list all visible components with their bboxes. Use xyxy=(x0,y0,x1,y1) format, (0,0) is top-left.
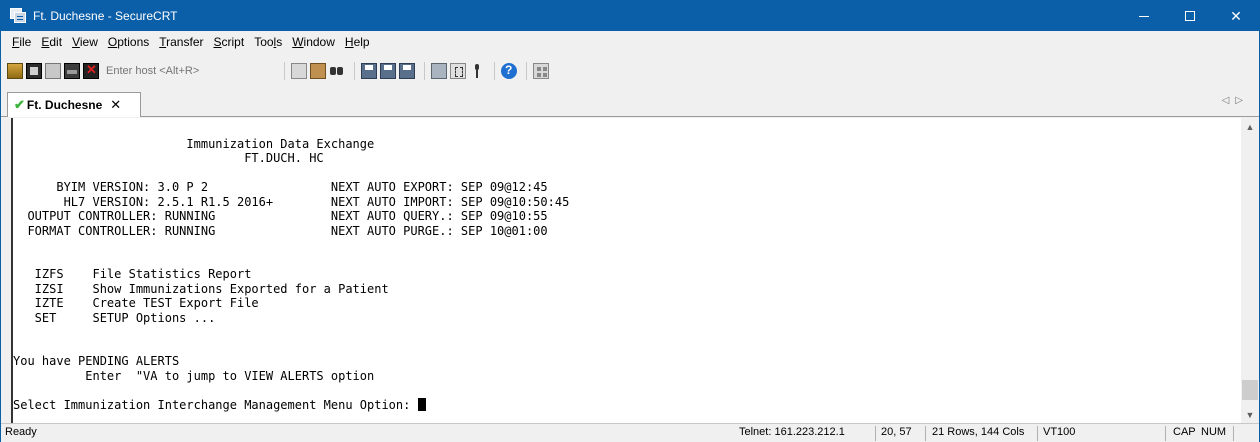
scrollbar-thumb[interactable] xyxy=(1242,380,1258,400)
disconnect-icon[interactable] xyxy=(83,62,99,79)
tab-ft-duchesne[interactable]: ✔ Ft. Duchesne ✕ xyxy=(7,92,141,117)
toolbar-separator xyxy=(526,62,527,80)
session-options-icon[interactable] xyxy=(431,63,447,79)
minimize-icon xyxy=(1139,15,1149,17)
status-divider xyxy=(925,426,926,441)
status-caps-lock: CAP xyxy=(1173,426,1196,438)
maximize-button[interactable] xyxy=(1167,1,1213,31)
terminal-scrollbar[interactable]: ▲ ▼ xyxy=(1241,118,1259,423)
print-icon[interactable] xyxy=(361,63,377,79)
status-cursor-position: 20, 57 xyxy=(881,426,912,438)
scroll-up-icon[interactable]: ▲ xyxy=(1241,118,1259,135)
copy-icon[interactable] xyxy=(291,63,307,79)
terminal-line: Select Immunization Interchange Manageme… xyxy=(13,397,426,412)
title-bar[interactable]: Ft. Duchesne - SecureCRT ✕ xyxy=(1,1,1259,31)
terminal-line: Enter "VA to jump to VIEW ALERTS option xyxy=(13,368,375,383)
terminal-line: SET SETUP Options ... xyxy=(13,310,216,325)
terminal-screen[interactable]: Immunization Data Exchange FT.DUCH. HC B… xyxy=(11,118,1241,423)
terminal-line: OUTPUT CONTROLLER: RUNNING NEXT AUTO QUE… xyxy=(13,209,548,223)
close-icon: ✕ xyxy=(1230,7,1242,24)
tab-scroll-arrows[interactable]: ◁▷ xyxy=(1222,95,1249,106)
help-icon[interactable] xyxy=(501,63,517,79)
reconnect-icon[interactable] xyxy=(64,63,80,79)
toolbar-separator xyxy=(494,62,495,80)
menu-transfer[interactable]: Transfer xyxy=(154,35,208,49)
status-emulation: VT100 xyxy=(1043,426,1076,438)
connect-in-tab-icon[interactable] xyxy=(45,63,61,79)
menu-tools[interactable]: Tools xyxy=(249,35,287,49)
status-divider xyxy=(1233,426,1234,441)
keymap-icon[interactable] xyxy=(450,63,466,79)
tab-label: Ft. Duchesne xyxy=(26,98,103,112)
tile-sessions-icon[interactable] xyxy=(533,63,549,79)
terminal-line: BYIM VERSION: 3.0 P 2 NEXT AUTO EXPORT: … xyxy=(13,180,548,194)
maximize-icon xyxy=(1185,11,1195,21)
status-terminal-size: 21 Rows, 144 Cols xyxy=(932,426,1025,438)
print-setup-icon[interactable] xyxy=(399,63,415,79)
menu-edit[interactable]: Edit xyxy=(36,35,67,49)
enter-host-input[interactable] xyxy=(102,62,214,80)
toolbar-separator xyxy=(354,62,355,80)
status-num-lock: NUM xyxy=(1201,426,1227,438)
session-tab-bar: ✔ Ft. Duchesne ✕ ◁▷ xyxy=(1,89,1259,117)
tab-scroll-left-icon[interactable]: ◁ xyxy=(1222,95,1236,106)
menu-bar: File Edit View Options Transfer Script Tools Wi… xyxy=(1,31,1259,53)
tab-scroll-right-icon[interactable]: ▷ xyxy=(1235,95,1249,106)
toolbar xyxy=(1,53,1259,89)
connect-icon[interactable] xyxy=(7,63,23,79)
terminal-line: IZSI Show Immunizations Exported for a P… xyxy=(13,281,389,296)
find-icon[interactable] xyxy=(329,63,345,79)
toolbar-separator xyxy=(284,62,285,80)
window-title: Ft. Duchesne - SecureCRT xyxy=(33,9,178,23)
scroll-down-icon[interactable]: ▼ xyxy=(1241,406,1259,423)
window-controls: ✕ xyxy=(1121,1,1259,31)
key-icon[interactable] xyxy=(469,63,485,79)
terminal-cursor xyxy=(417,397,426,411)
quick-connect-icon[interactable] xyxy=(26,63,42,79)
paste-icon[interactable] xyxy=(310,63,326,79)
terminal-line: Immunization Data Exchange xyxy=(13,136,375,151)
terminal-line: IZTE Create TEST Export File xyxy=(13,296,259,310)
toolbar-separator xyxy=(424,62,425,80)
minimize-button[interactable] xyxy=(1121,1,1167,31)
status-bar: Ready Telnet: 161.223.212.1 20, 57 21 Ro… xyxy=(1,423,1259,442)
status-divider xyxy=(1165,426,1166,441)
menu-help[interactable]: Help xyxy=(340,35,375,49)
menu-script[interactable]: Script xyxy=(209,35,250,49)
terminal-line: HL7 VERSION: 2.5.1 R1.5 2016+ NEXT AUTO … xyxy=(13,194,570,209)
close-button[interactable]: ✕ xyxy=(1213,1,1259,31)
terminal-line: FORMAT CONTROLLER: RUNNING NEXT AUTO PUR… xyxy=(13,223,548,238)
status-divider xyxy=(1037,426,1038,441)
terminal-line: You have PENDING ALERTS xyxy=(13,354,180,368)
menu-file[interactable]: File xyxy=(7,35,36,49)
status-ready: Ready xyxy=(5,426,37,438)
menu-options[interactable]: Options xyxy=(103,35,154,49)
menu-window[interactable]: Window xyxy=(287,35,340,49)
menu-view[interactable]: View xyxy=(67,35,103,49)
status-connection: Telnet: 161.223.212.1 xyxy=(739,426,845,438)
connected-check-icon: ✔ xyxy=(14,97,25,112)
securecrt-window: Ft. Duchesne - SecureCRT ✕ File Edit View O… xyxy=(0,0,1260,442)
securecrt-app-icon xyxy=(10,8,26,24)
status-divider xyxy=(875,426,876,441)
print-selection-icon[interactable] xyxy=(380,63,396,79)
terminal-line: IZFS File Statistics Report xyxy=(13,267,252,281)
tab-close-icon[interactable]: ✕ xyxy=(110,97,121,113)
terminal-line: FT.DUCH. HC xyxy=(13,151,324,165)
